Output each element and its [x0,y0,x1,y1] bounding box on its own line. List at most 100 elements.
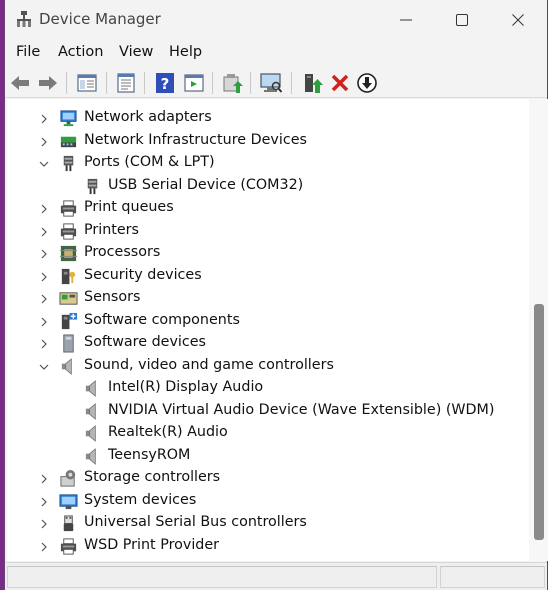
menu-file[interactable]: File [16,44,40,60]
tree-item-network-infrastructure-devices[interactable]: Network Infrastructure Devices [7,130,529,152]
tree-item-universal-serial-bus-controllers[interactable]: Universal Serial Bus controllers [7,512,529,534]
tree-item-processors[interactable]: Processors [7,242,529,264]
tree-item-nvidia-virtual-audio-device-wave-extensible-wdm[interactable]: NVIDIA Virtual Audio Device (Wave Extens… [7,400,529,422]
tree-item-system-devices[interactable]: System devices [7,490,529,512]
window-title: Device Manager [39,10,161,28]
title-bar[interactable]: Device Manager [5,0,547,38]
storage-controller-icon [59,469,78,488]
chevron-right-icon[interactable] [37,314,51,328]
toolbar-separator [66,72,67,94]
tree-item-sound-video-and-game-controllers[interactable]: Sound, video and game controllers [7,355,529,377]
usb-icon [59,514,78,533]
tree-item-label: Storage controllers [84,469,221,485]
speaker-icon [59,357,78,376]
tree-item-intel-r-display-audio[interactable]: Intel(R) Display Audio [7,377,529,399]
chevron-right-icon[interactable] [37,269,51,283]
scan-hardware-icon[interactable] [259,71,283,95]
printer-icon [59,199,78,218]
uninstall-device-icon[interactable] [328,71,352,95]
network-adapter-icon [59,109,78,128]
tree-item-usb-serial-device-com32[interactable]: USB Serial Device (COM32) [7,175,529,197]
printer-icon [59,222,78,241]
action-pane-icon[interactable] [182,71,206,95]
tree-item-label: Software components [84,311,240,328]
port-icon [59,154,78,173]
update-driver-icon[interactable] [220,71,244,95]
device-manager-app-icon [15,10,33,28]
tree-item-label: Processors [84,244,161,260]
tree-item-label: Printers [84,221,140,238]
tree-item-label: Ports (COM & LPT) [84,154,215,170]
sensor-icon [59,289,78,308]
vertical-scrollbar[interactable] [529,99,548,561]
tree-item-label: Intel(R) Display Audio [108,379,264,395]
software-component-icon [59,312,78,331]
tree-item-ports-com-lpt[interactable]: Ports (COM & LPT) [7,152,529,174]
tree-item-label: Sensors [84,289,141,305]
tree-item-software-devices[interactable]: Software devices [7,332,529,354]
device-tree[interactable]: Network adapters Network Infrastructure D… [7,99,529,561]
chevron-right-icon[interactable] [37,291,51,305]
tree-item-software-components[interactable]: Software components [7,310,529,332]
status-pane-main [7,566,437,588]
chevron-down-icon[interactable] [37,359,51,373]
tree-item-label: System devices [84,491,197,508]
back-icon[interactable] [8,71,32,95]
tree-item-label: Network adapters [84,109,212,125]
chevron-right-icon[interactable] [37,494,51,508]
speaker-icon [83,402,102,421]
chevron-right-icon[interactable] [37,516,51,530]
menu-view[interactable]: View [119,44,153,60]
port-icon [83,177,102,196]
help-icon[interactable]: ? [153,71,177,95]
tree-item-label: Sound, video and game controllers [84,356,334,373]
menu-help[interactable]: Help [169,44,202,60]
tree-item-storage-controllers[interactable]: Storage controllers [7,467,529,489]
tree-item-realtek-r-audio[interactable]: Realtek(R) Audio [7,422,529,444]
tree-item-wsd-print-provider[interactable]: WSD Print Provider [7,535,529,557]
device-manager-window: Device Manager File Action View Help ? N… [4,0,548,590]
menu-bar: File Action View Help [5,38,547,68]
enable-device-icon[interactable] [301,71,325,95]
tree-item-label: Universal Serial Bus controllers [84,514,307,530]
tree-item-label: Software devices [84,334,206,350]
chevron-right-icon[interactable] [37,111,51,125]
svg-text:?: ? [161,75,170,93]
toolbar: ? [5,68,547,98]
chevron-right-icon[interactable] [37,336,51,350]
chevron-right-icon[interactable] [37,246,51,260]
chevron-right-icon[interactable] [37,471,51,485]
processor-icon [59,244,78,263]
speaker-icon [83,447,102,466]
printer-icon [59,537,78,556]
forward-icon[interactable] [36,71,60,95]
chevron-right-icon[interactable] [37,134,51,148]
tree-item-label: TeensyROM [108,446,191,463]
status-bar [5,562,547,590]
toolbar-separator [212,72,213,94]
chevron-right-icon[interactable] [37,201,51,215]
scrollbar-thumb[interactable] [534,304,544,540]
tree-item-printers[interactable]: Printers [7,220,529,242]
properties-icon[interactable] [114,71,138,95]
tree-item-network-adapters[interactable]: Network adapters [7,107,529,129]
menu-action[interactable]: Action [58,44,103,60]
tree-item-sensors[interactable]: Sensors [7,287,529,309]
system-device-icon [59,492,78,511]
software-device-icon [59,334,78,353]
chevron-right-icon[interactable] [37,224,51,238]
minimize-button[interactable] [377,0,435,38]
maximize-button[interactable] [433,0,491,38]
tree-item-teensyrom[interactable]: TeensyROM [7,445,529,467]
close-button[interactable] [489,0,547,38]
disable-device-icon[interactable] [355,71,379,95]
tree-item-print-queues[interactable]: Print queues [7,197,529,219]
toolbar-separator [144,72,145,94]
speaker-icon [83,379,102,398]
toolbar-separator [106,72,107,94]
chevron-down-icon[interactable] [37,156,51,170]
show-hide-console-tree-icon[interactable] [75,71,99,95]
chevron-right-icon[interactable] [37,539,51,553]
tree-item-security-devices[interactable]: Security devices [7,265,529,287]
speaker-icon [83,424,102,443]
